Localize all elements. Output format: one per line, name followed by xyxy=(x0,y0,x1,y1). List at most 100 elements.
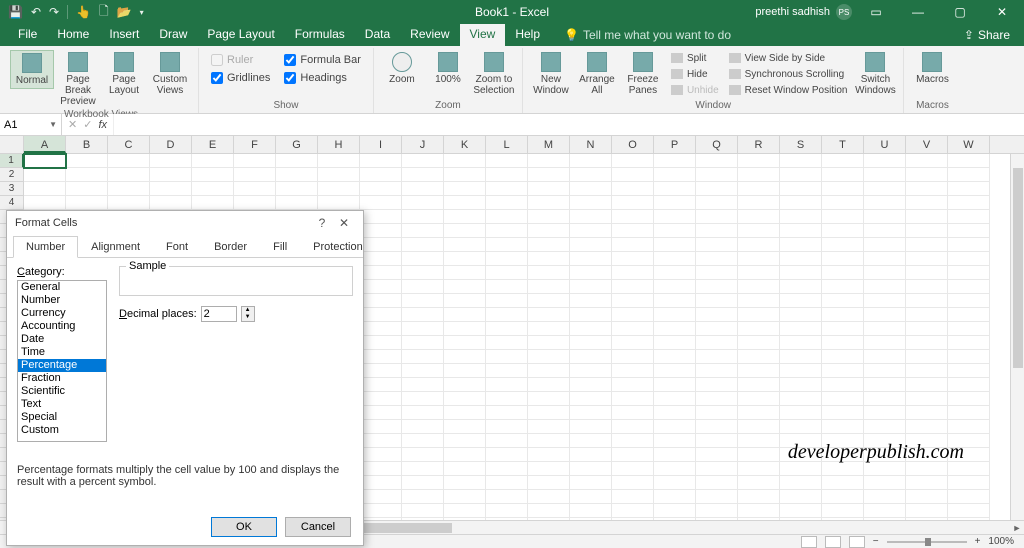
cell[interactable] xyxy=(402,322,444,336)
cell[interactable] xyxy=(360,266,402,280)
cell[interactable] xyxy=(696,336,738,350)
column-header[interactable]: L xyxy=(486,136,528,153)
page-layout-status-icon[interactable] xyxy=(825,536,841,548)
row-header[interactable]: 4 xyxy=(0,196,24,210)
cell[interactable] xyxy=(402,406,444,420)
category-item[interactable]: General xyxy=(18,281,106,294)
cell[interactable] xyxy=(402,378,444,392)
cell[interactable] xyxy=(696,252,738,266)
cell[interactable] xyxy=(444,154,486,168)
cell[interactable] xyxy=(612,420,654,434)
name-box-dropdown-icon[interactable]: ▼ xyxy=(49,120,57,129)
cell[interactable] xyxy=(654,392,696,406)
cell[interactable] xyxy=(822,490,864,504)
cell[interactable] xyxy=(948,322,990,336)
cell[interactable] xyxy=(780,210,822,224)
qat-dropdown-icon[interactable]: ▾ xyxy=(140,8,144,17)
cell[interactable] xyxy=(780,504,822,518)
cell[interactable] xyxy=(570,168,612,182)
cell[interactable] xyxy=(570,336,612,350)
cell[interactable] xyxy=(402,168,444,182)
cell[interactable] xyxy=(486,490,528,504)
cell[interactable] xyxy=(444,364,486,378)
tab-formulas[interactable]: Formulas xyxy=(285,24,355,46)
tab-data[interactable]: Data xyxy=(355,24,400,46)
cell[interactable] xyxy=(402,420,444,434)
cell[interactable] xyxy=(906,182,948,196)
cell[interactable] xyxy=(654,504,696,518)
column-header[interactable]: S xyxy=(780,136,822,153)
cell[interactable] xyxy=(948,168,990,182)
cell[interactable] xyxy=(612,504,654,518)
category-item[interactable]: Percentage xyxy=(18,359,106,372)
cell[interactable] xyxy=(948,308,990,322)
column-header[interactable]: N xyxy=(570,136,612,153)
cell[interactable] xyxy=(696,266,738,280)
cell[interactable] xyxy=(612,434,654,448)
cell[interactable] xyxy=(402,364,444,378)
cell[interactable] xyxy=(864,462,906,476)
cell[interactable] xyxy=(402,238,444,252)
cell[interactable] xyxy=(444,420,486,434)
cell[interactable] xyxy=(780,224,822,238)
cell[interactable] xyxy=(906,504,948,518)
cell[interactable] xyxy=(444,476,486,490)
column-header[interactable]: J xyxy=(402,136,444,153)
column-header[interactable]: B xyxy=(66,136,108,153)
category-item[interactable]: Date xyxy=(18,333,106,346)
cell[interactable] xyxy=(822,378,864,392)
cell[interactable] xyxy=(612,392,654,406)
row-header[interactable]: 1 xyxy=(0,154,24,168)
column-header[interactable]: I xyxy=(360,136,402,153)
cell[interactable] xyxy=(654,350,696,364)
cell[interactable] xyxy=(570,350,612,364)
cell[interactable] xyxy=(948,154,990,168)
tab-review[interactable]: Review xyxy=(400,24,459,46)
cell[interactable] xyxy=(822,294,864,308)
cell[interactable] xyxy=(654,154,696,168)
dialog-help-button[interactable]: ? xyxy=(311,216,333,230)
cell[interactable] xyxy=(570,448,612,462)
tab-insert[interactable]: Insert xyxy=(99,24,149,46)
cell[interactable] xyxy=(24,154,66,168)
cell[interactable] xyxy=(906,322,948,336)
cell[interactable] xyxy=(360,406,402,420)
cell[interactable] xyxy=(444,224,486,238)
cell[interactable] xyxy=(948,462,990,476)
cell[interactable] xyxy=(696,420,738,434)
column-header[interactable]: H xyxy=(318,136,360,153)
cell[interactable] xyxy=(780,462,822,476)
page-layout-button[interactable]: Page Layout xyxy=(102,50,146,98)
cell[interactable] xyxy=(528,462,570,476)
name-box[interactable]: A1 ▼ xyxy=(0,114,62,135)
cell[interactable] xyxy=(864,420,906,434)
cell[interactable] xyxy=(738,490,780,504)
cell[interactable] xyxy=(906,210,948,224)
cell[interactable] xyxy=(906,476,948,490)
zoom-button[interactable]: Zoom xyxy=(380,50,424,87)
cell[interactable] xyxy=(192,196,234,210)
tab-page-layout[interactable]: Page Layout xyxy=(197,24,284,46)
cell[interactable] xyxy=(486,210,528,224)
cell[interactable] xyxy=(822,210,864,224)
normal-view-status-icon[interactable] xyxy=(801,536,817,548)
cell[interactable] xyxy=(780,154,822,168)
cell[interactable] xyxy=(822,406,864,420)
cell[interactable] xyxy=(948,336,990,350)
cell[interactable] xyxy=(906,378,948,392)
category-item[interactable]: Time xyxy=(18,346,106,359)
cell[interactable] xyxy=(780,168,822,182)
cell[interactable] xyxy=(822,252,864,266)
cell[interactable] xyxy=(948,224,990,238)
cell[interactable] xyxy=(696,238,738,252)
cell[interactable] xyxy=(528,182,570,196)
cell[interactable] xyxy=(276,154,318,168)
cell[interactable] xyxy=(360,294,402,308)
cell[interactable] xyxy=(864,280,906,294)
cell[interactable] xyxy=(528,196,570,210)
dialog-tab-fill[interactable]: Fill xyxy=(260,236,300,258)
cell[interactable] xyxy=(822,336,864,350)
cell[interactable] xyxy=(570,224,612,238)
tab-draw[interactable]: Draw xyxy=(149,24,197,46)
cell[interactable] xyxy=(696,196,738,210)
